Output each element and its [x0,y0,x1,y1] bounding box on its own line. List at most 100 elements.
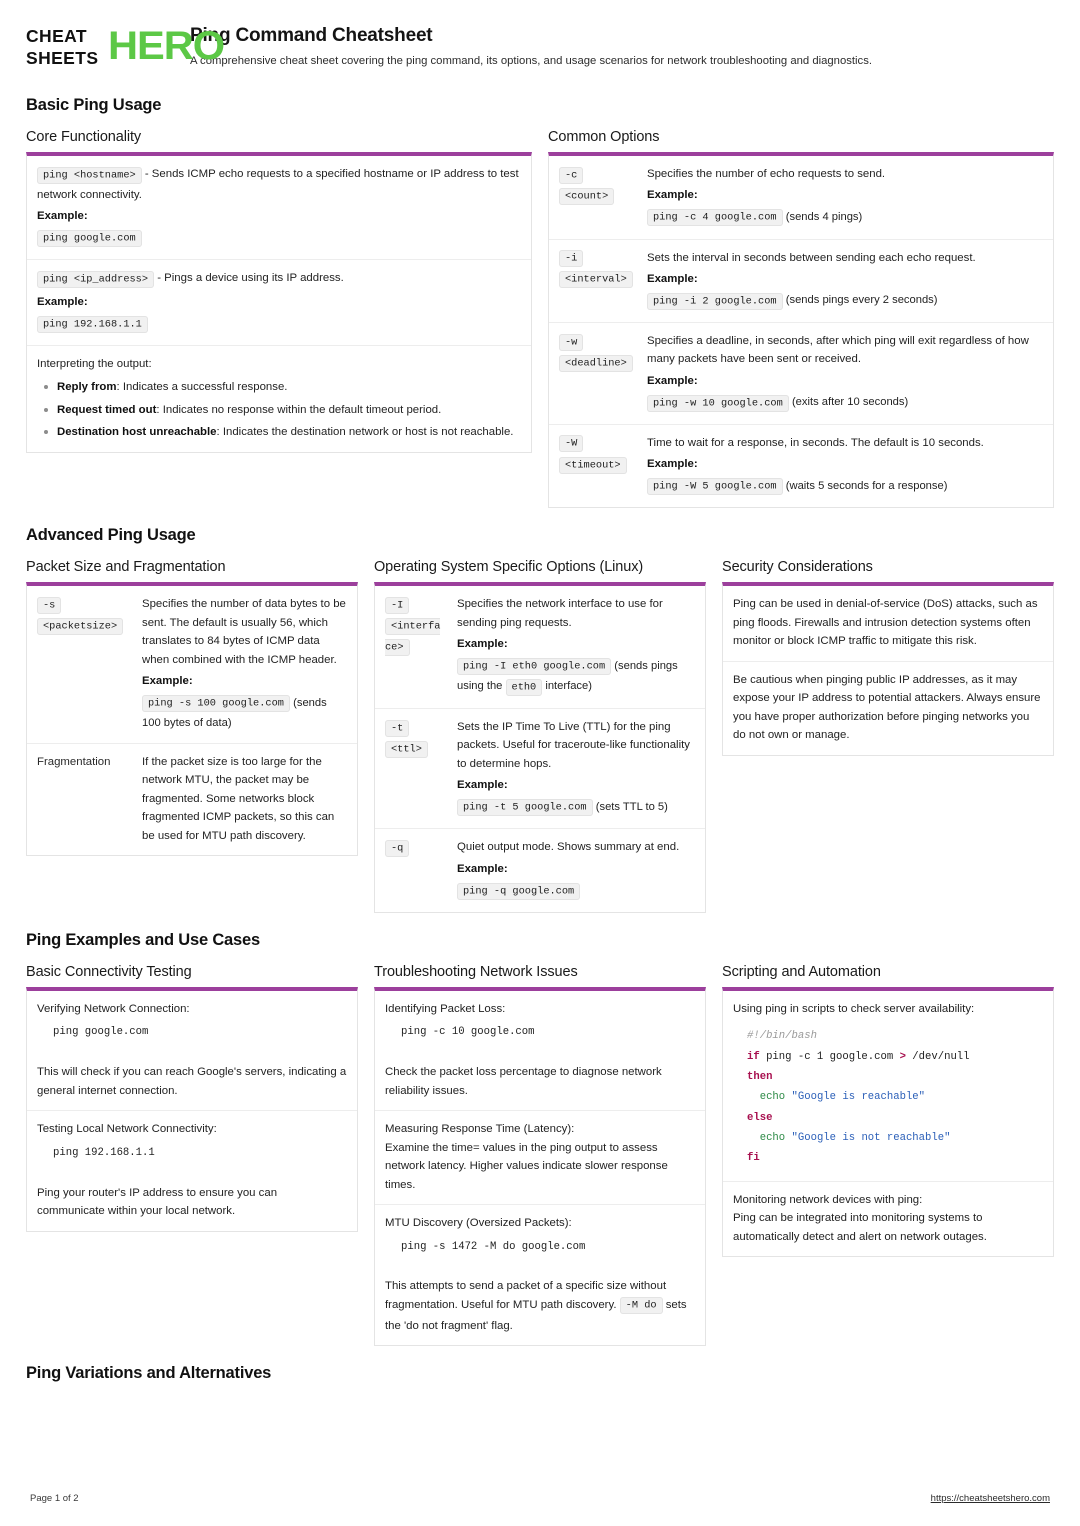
example-note-post: interface) [542,680,592,693]
examples-grid: Basic Connectivity Testing Verifying Net… [26,964,1054,1346]
bullet-term: Destination host unreachable [57,426,217,439]
option-cell: -I <interface> [375,586,447,668]
usecase-note: Check the packet loss percentage to diag… [385,1066,662,1097]
card-common-options: Common Options -c <count> Specifies the … [548,129,1054,509]
script-comment: #!/bin/bash [747,1030,817,1043]
inline-code: ping -I eth0 google.com [457,658,612,676]
option-description: Specifies a deadline, in seconds, after … [637,323,1053,424]
table-row: -t <ttl> Sets the IP Time To Live (TTL) … [375,709,705,830]
example-label: Example: [457,779,508,792]
option-cell: -c <count> [549,156,637,217]
usecase-cell: Verifying Network Connection: ping googl… [27,991,357,1110]
interpret-label: Interpreting the output: [37,357,152,370]
table-row: -W <timeout> Time to wait for a response… [549,425,1053,508]
option-desc-text: If the packet size is too large for the … [142,755,335,842]
inline-code: ping -W 5 google.com [647,478,783,496]
header-text-block: Ping Command Cheatsheet A comprehensive … [190,22,1054,69]
option-label: Fragmentation [37,755,111,768]
option-arg: <count> [559,187,615,205]
table-row: -i <interval> Sets the interval in secon… [549,240,1053,323]
table-row: Using ping in scripts to check server av… [723,991,1053,1182]
page-footer: Page 1 of 2 https://cheatsheetshero.com [0,1493,1080,1504]
option-description: Specifies the network interface to use f… [447,586,705,708]
core-row-2: ping <ip_address> - Pings a device using… [27,260,531,345]
keyword-then: then [747,1071,773,1084]
site-url-link[interactable]: https://cheatsheetshero.com [931,1493,1050,1504]
tail-spacer [26,1397,1054,1405]
subsection-title-scripting: Scripting and Automation [722,963,881,980]
bullet-text: : Indicates a successful response. [116,381,288,394]
table-row: -I <interface> Specifies the network int… [375,586,705,709]
code-block: ping -s 1472 -M do google.com [401,1240,586,1253]
keyword-if: if [747,1050,760,1063]
option-description: Sets the IP Time To Live (TTL) for the p… [447,709,705,828]
option-arg: <timeout> [559,456,627,474]
option-flag: -s [37,596,62,614]
usecase-note: This will check if you can reach Google'… [37,1066,347,1097]
table-row: Fragmentation If the packet size is too … [27,744,357,855]
card-basic-connectivity: Basic Connectivity Testing Verifying Net… [26,964,358,1232]
table-row: -q Quiet output mode. Shows summary at e… [375,829,705,912]
usecase-note: This attempts to send a packet of a spec… [385,1277,695,1335]
option-description: Sets the interval in seconds between sen… [637,240,1053,323]
core-row-1: ping <hostname> - Sends ICMP echo reques… [27,156,531,259]
table-row: Measuring Response Time (Latency): Exami… [375,1111,705,1206]
option-desc-text: Specifies the network interface to use f… [457,598,663,629]
subsection-title-troubleshooting: Troubleshooting Network Issues [374,963,578,980]
table-row: Interpreting the output: Reply from: Ind… [27,346,531,452]
inline-code: -M do [619,1297,663,1315]
logo-line-2: SHEETS [26,48,99,68]
table-row: -c <count> Specifies the number of echo … [549,156,1053,240]
troubleshooting-table: Identifying Packet Loss: ping -c 10 goog… [374,986,706,1346]
os-options-table: -I <interface> Specifies the network int… [374,582,706,913]
usecase-lead: Measuring Response Time (Latency): [385,1123,575,1136]
string-literal: "Google is not reachable" [791,1132,951,1145]
option-desc-text: Quiet output mode. Shows summary at end. [457,841,680,854]
code-block: ping google.com [53,1026,149,1039]
table-row: Monitoring network devices with ping: Pi… [723,1182,1053,1256]
keyword-else: else [747,1111,773,1124]
option-desc-text: Time to wait for a response, in seconds.… [647,436,984,449]
option-description: If the packet size is too large for the … [132,744,357,855]
example-note: (waits 5 seconds for a response) [785,479,948,492]
section-title-examples: Ping Examples and Use Cases [26,930,260,949]
security-paragraph-2: Be cautious when pinging public IP addre… [733,673,1041,742]
subsection-title-common-options: Common Options [548,129,660,145]
usecase-lead: MTU Discovery (Oversized Packets): [385,1217,572,1230]
option-flag: -w [559,333,584,351]
option-flag: -I [385,596,410,614]
core-row-2-desc: - Pings a device using its IP address. [154,272,344,285]
inline-code: ping -s 100 google.com [142,695,290,713]
example-label: Example: [647,458,698,471]
inline-code: eth0 [505,678,543,696]
option-desc-text: Specifies a deadline, in seconds, after … [647,335,1029,366]
usecase-lead: Identifying Packet Loss: [385,1002,506,1015]
basic-usage-grid: Core Functionality ping <hostname> - Sen… [26,129,1054,509]
basic-connectivity-table: Verifying Network Connection: ping googl… [26,986,358,1232]
advanced-usage-grid: Packet Size and Fragmentation -s <packet… [26,559,1054,913]
cheatsheet-page: CHEAT SHEETS HERO Ping Command Cheatshee… [0,0,1080,1526]
example-note: (exits after 10 seconds) [791,396,909,409]
subsection-title-security: Security Considerations [722,559,873,576]
core-functionality-table: ping <hostname> - Sends ICMP echo reques… [26,152,532,453]
option-desc-text: Sets the interval in seconds between sen… [647,251,976,264]
option-cell: -t <ttl> [375,709,447,770]
option-flag: -W [559,435,584,453]
example-label: Example: [647,374,698,387]
logo-line-1: CHEAT [26,26,87,46]
page-number: Page 1 of 2 [30,1493,79,1504]
packet-size-table: -s <packetsize> Specifies the number of … [26,582,358,857]
usecase-cell: Measuring Response Time (Latency): Exami… [375,1111,705,1204]
keyword-fi: fi [747,1152,760,1165]
code-block: ping -c 10 google.com [401,1026,535,1039]
page-content: CHEAT SHEETS HERO Ping Command Cheatshee… [0,0,1080,1405]
inline-code: ping <hostname> [37,166,142,184]
inline-code: ping -i 2 google.com [647,292,783,310]
card-os-options: Operating System Specific Options (Linux… [374,559,706,913]
table-row: -w <deadline> Specifies a deadline, in s… [549,323,1053,425]
option-desc-text: Specifies the number of data bytes to be… [142,598,346,666]
usecase-lead: Monitoring network devices with ping: [733,1193,923,1206]
example-label: Example: [142,675,193,688]
table-row: Verifying Network Connection: ping googl… [27,991,357,1112]
example-label: Example: [37,295,88,308]
